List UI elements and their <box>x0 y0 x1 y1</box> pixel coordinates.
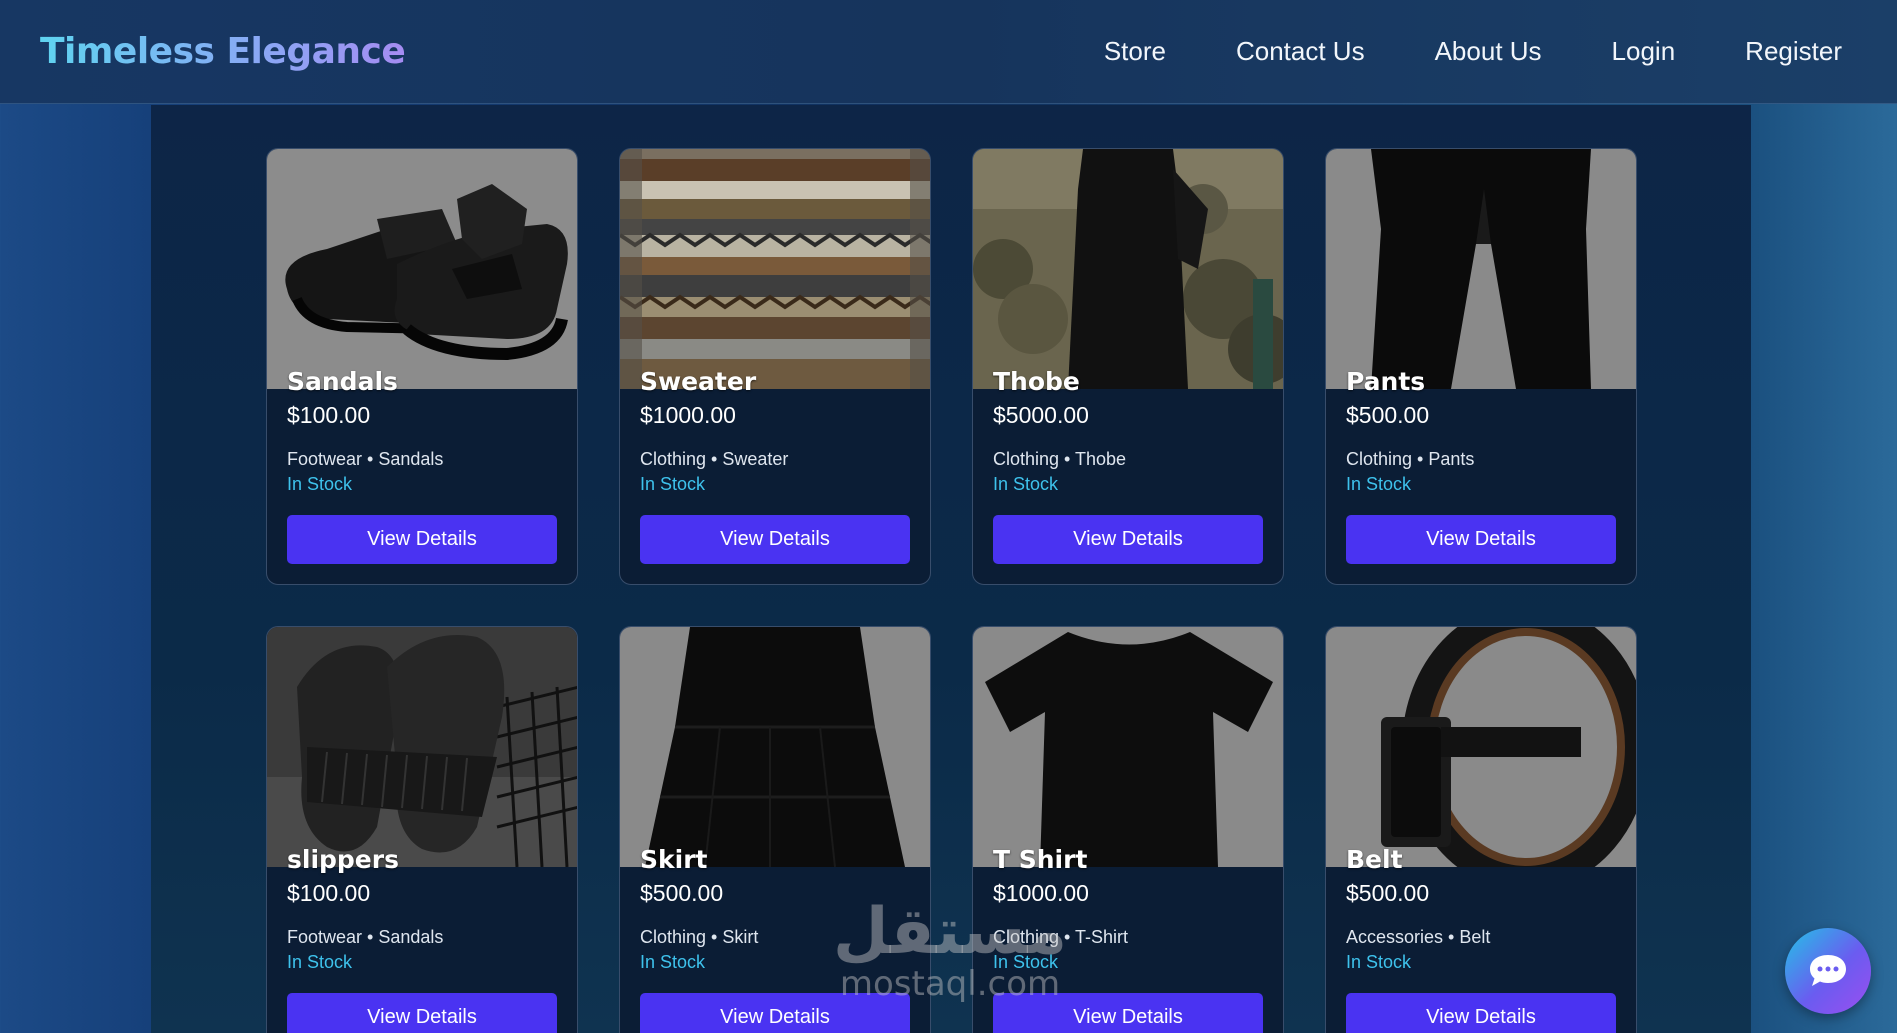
skirt-image <box>620 627 930 867</box>
product-price: $500.00 <box>1346 880 1430 906</box>
belt-image <box>1326 627 1636 867</box>
product-card[interactable]: Sandals $100.00 Footwear • Sandals In St… <box>266 148 578 585</box>
product-price: $100.00 <box>287 880 371 906</box>
stock-status: In Stock <box>640 952 706 972</box>
product-grid: Sandals $100.00 Footwear • Sandals In St… <box>266 148 1637 1033</box>
nav-store[interactable]: Store <box>1104 36 1166 67</box>
stock-status: In Stock <box>1346 952 1412 972</box>
product-card[interactable]: Thobe $5000.00 Clothing • Thobe In Stock… <box>972 148 1284 585</box>
product-name: Sandals <box>287 367 398 396</box>
stock-status: In Stock <box>640 474 706 494</box>
sweater-image <box>620 149 930 389</box>
product-price: $5000.00 <box>993 402 1089 428</box>
stock-status: In Stock <box>287 952 353 972</box>
view-details-button[interactable]: View Details <box>993 993 1263 1033</box>
tshirt-image <box>973 627 1283 867</box>
brand-logo[interactable]: Timeless Elegance <box>40 31 406 72</box>
product-category: Clothing • Sweater <box>640 449 789 469</box>
product-price: $500.00 <box>1346 402 1430 428</box>
product-category: Clothing • T-Shirt <box>993 927 1129 947</box>
nav-login[interactable]: Login <box>1612 36 1676 67</box>
stock-status: In Stock <box>993 952 1059 972</box>
product-price: $1000.00 <box>640 402 736 428</box>
chat-button[interactable] <box>1785 928 1871 1014</box>
nav-register[interactable]: Register <box>1745 36 1842 67</box>
product-category: Accessories • Belt <box>1346 927 1491 947</box>
product-price: $1000.00 <box>993 880 1089 906</box>
view-details-button[interactable]: View Details <box>1346 515 1616 564</box>
product-category: Clothing • Pants <box>1346 449 1475 469</box>
product-name: T Shirt <box>993 845 1088 874</box>
product-price: $500.00 <box>640 880 724 906</box>
product-name: Thobe <box>993 367 1080 396</box>
view-details-button[interactable]: View Details <box>287 515 557 564</box>
stock-status: In Stock <box>1346 474 1412 494</box>
product-name: Belt <box>1346 845 1403 874</box>
thobe-image <box>973 149 1283 389</box>
navbar: Timeless Elegance Store Contact Us About… <box>0 0 1897 104</box>
product-category: Footwear • Sandals <box>287 449 444 469</box>
product-category: Footwear • Sandals <box>287 927 444 947</box>
stock-status: In Stock <box>287 474 353 494</box>
nav-links: Store Contact Us About Us Login Register <box>1104 36 1842 67</box>
pants-image <box>1326 149 1636 389</box>
product-card[interactable]: slippers $100.00 Footwear • Sandals In S… <box>266 626 578 1033</box>
product-card[interactable]: Skirt $500.00 Clothing • Skirt In Stock … <box>619 626 931 1033</box>
stock-status: In Stock <box>993 474 1059 494</box>
slippers-image <box>267 627 577 867</box>
product-card[interactable]: Belt $500.00 Accessories • Belt In Stock… <box>1325 626 1637 1033</box>
product-card[interactable]: Sweater $1000.00 Clothing • Sweater In S… <box>619 148 931 585</box>
product-name: slippers <box>287 845 399 874</box>
nav-contact-us[interactable]: Contact Us <box>1236 36 1365 67</box>
product-listing: Sandals $100.00 Footwear • Sandals In St… <box>151 105 1751 1033</box>
chat-bubble-icon <box>1810 955 1846 986</box>
view-details-button[interactable]: View Details <box>1346 993 1616 1033</box>
nav-about-us[interactable]: About Us <box>1435 36 1542 67</box>
product-name: Skirt <box>640 845 708 874</box>
view-details-button[interactable]: View Details <box>287 993 557 1033</box>
view-details-button[interactable]: View Details <box>640 515 910 564</box>
sandals-image <box>267 149 577 389</box>
product-name: Sweater <box>640 367 757 396</box>
product-category: Clothing • Skirt <box>640 927 759 947</box>
product-category: Clothing • Thobe <box>993 449 1127 469</box>
product-name: Pants <box>1346 367 1426 396</box>
product-card[interactable]: Pants $500.00 Clothing • Pants In Stock … <box>1325 148 1637 585</box>
product-card[interactable]: T Shirt $1000.00 Clothing • T-Shirt In S… <box>972 626 1284 1033</box>
view-details-button[interactable]: View Details <box>640 993 910 1033</box>
product-price: $100.00 <box>287 402 371 428</box>
view-details-button[interactable]: View Details <box>993 515 1263 564</box>
